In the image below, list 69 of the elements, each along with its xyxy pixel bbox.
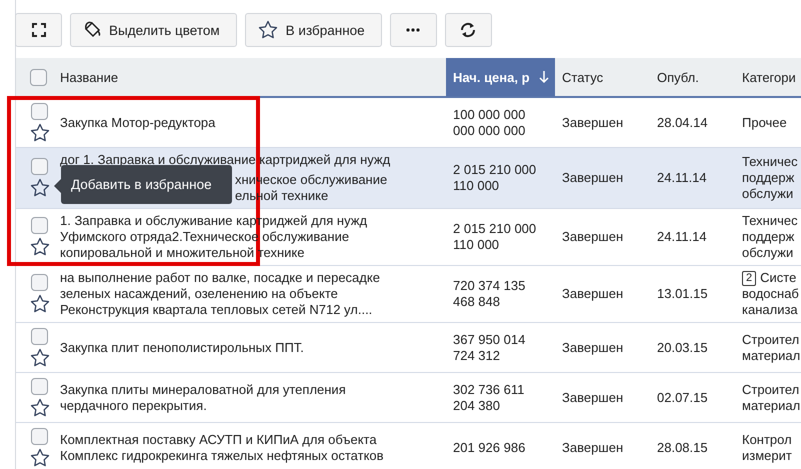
table-row[interactable]: Закупка плит пенополистирольных ППТ. 367 950 014 724 312 Завершен 20.03.15 Строител материал [16, 323, 801, 373]
price-cell-text: 100 000 000 000 000 000 [452, 106, 526, 140]
column-header[interactable]: Опубл. [650, 58, 735, 96]
star-icon[interactable] [30, 348, 50, 368]
category-cell: Систе [760, 270, 796, 286]
price-cell-text: 201 926 986 [452, 438, 526, 456]
more-icon [406, 28, 420, 32]
highlight-color-button[interactable]: Выделить цветом [70, 13, 237, 47]
category-cell: Техничес поддерж обслужи [742, 154, 798, 202]
status-cell-text: Завершен [561, 228, 624, 246]
price-cell-text: 2 015 210 000 110 000 [452, 220, 538, 254]
price-cell-text: 2 015 210 000 110 000 [452, 161, 538, 195]
expand-icon [32, 23, 46, 37]
column-header[interactable]: Статус [555, 58, 650, 96]
category-cell: Строител материал [742, 382, 800, 414]
row-checkbox[interactable] [31, 158, 48, 175]
add-favorite-button[interactable]: В избранное [244, 13, 382, 47]
star-icon[interactable] [30, 178, 50, 198]
star-icon[interactable] [30, 448, 50, 468]
row-checkbox[interactable] [31, 378, 48, 394]
tender-name[interactable]: Закупка Мотор-редуктора [60, 110, 216, 134]
price-cell-text: 720 374 135 468 848 [452, 277, 526, 311]
status-cell-text: Завершен [561, 338, 624, 357]
date-cell-text: 24.11.14 [656, 169, 708, 187]
row-checkbox[interactable] [31, 328, 48, 344]
tender-name[interactable]: Комплектная поставку АСУТП и КИПиА для объекта Комплекс гидрокрекинга тяжелых нефтяных остатков [60, 428, 384, 468]
tender-name[interactable]: Закупка плит пенополистирольных ППТ. [60, 336, 304, 360]
date-cell-text: 20.03.15 [656, 338, 709, 356]
status-cell-text: Завершен [561, 388, 624, 407]
star-icon[interactable] [30, 122, 50, 142]
date-cell-text: 28.08.15 [656, 438, 709, 456]
row-checkbox[interactable] [31, 428, 48, 444]
category-cell: Контрол измерит [742, 432, 792, 464]
date-cell-text: 02.07.15 [656, 388, 709, 406]
category-cell: Строител материал [742, 332, 800, 364]
date-cell-text: 13.01.15 [656, 285, 709, 303]
column-header[interactable]: Нач. цена, р [446, 58, 555, 96]
tender-name[interactable]: Закупка плиты минераловатной для утепления чердачного перекрытия. [60, 378, 346, 418]
price-cell-text: 302 736 611 204 380 [452, 380, 526, 414]
sort-arrow-icon [539, 70, 549, 84]
tender-name[interactable]: на выполнение работ по валке, посадке и пересадке зеленых насаждений, озеленению на объекте Реконструкция квартала тепловых сетей N712 ул.... [60, 266, 380, 322]
category-cell: Прочее [742, 114, 787, 130]
count-badge: 2 [742, 270, 756, 286]
table-row[interactable]: Закупка плиты минераловатной для утепления чердачного перекрытия. 302 736 611 204 380 Завершен 02.07.15 Строител материал [16, 373, 801, 423]
paint-bucket-icon [83, 21, 101, 39]
status-cell-text: Завершен [561, 114, 624, 132]
refresh-icon [459, 22, 478, 38]
row-checkbox[interactable] [31, 217, 48, 234]
star-icon[interactable] [30, 237, 50, 257]
star-icon[interactable] [30, 294, 50, 314]
date-cell-text: 24.11.14 [656, 228, 708, 246]
column-header[interactable]: Название [60, 58, 446, 96]
status-cell-text: Завершен [561, 285, 624, 303]
price-cell-text: 367 950 014 724 312 [452, 330, 526, 364]
status-cell-text: Завершен [561, 438, 624, 457]
row-checkbox[interactable] [31, 274, 48, 291]
date-cell-text: 28.04.14 [656, 114, 709, 132]
status-cell-text: Завершен [561, 169, 624, 187]
refresh-button[interactable] [444, 13, 492, 47]
row-checkbox[interactable] [31, 102, 48, 120]
table-row[interactable]: Комплектная поставку АСУТП и КИПиА для объекта Комплекс гидрокрекинга тяжелых нефтяных остатков 201 926 986 Завершен 28.08.15 Контрол измерит [16, 423, 801, 469]
star-icon [258, 20, 278, 40]
category-cell: Техничес поддерж обслужи [742, 213, 798, 261]
column-header[interactable]: Категори [735, 58, 801, 96]
category-cell: водоснаб канализа [742, 286, 799, 318]
tooltip: Добавить в избранное [61, 165, 232, 204]
star-icon[interactable] [30, 398, 50, 418]
expand-button[interactable] [15, 13, 62, 47]
select-all-checkbox[interactable] [30, 68, 46, 86]
